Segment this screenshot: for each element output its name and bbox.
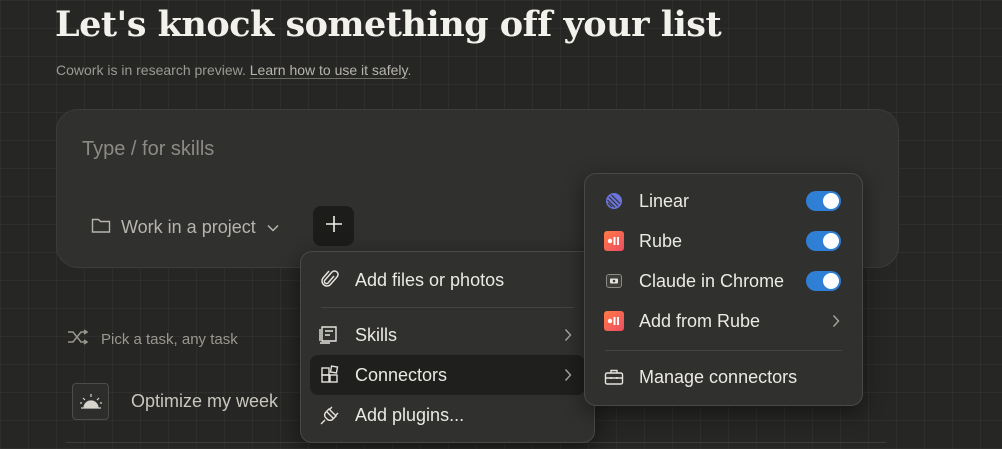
- plus-icon: [325, 215, 343, 238]
- connector-claude-in-chrome[interactable]: Claude in Chrome: [594, 261, 853, 301]
- plug-icon: [318, 403, 342, 427]
- connector-add-from-rube[interactable]: Add from Rube: [594, 301, 853, 341]
- connector-label: Rube: [639, 230, 683, 251]
- menu-divider: [321, 307, 574, 308]
- task-suggestions-header: Pick a task, any task: [67, 329, 238, 349]
- connectors-submenu: Linear Rube Claude in Chrome Add from Ru…: [584, 173, 863, 406]
- menu-item-add-files[interactable]: Add files or photos: [310, 260, 585, 300]
- shuffle-icon[interactable]: [67, 329, 89, 349]
- rube-icon: [602, 309, 626, 333]
- chevron-right-icon: [829, 314, 843, 328]
- sunrise-icon: [72, 383, 109, 420]
- skills-icon: [318, 323, 342, 347]
- menu-item-label: Add plugins...: [355, 404, 465, 425]
- linear-toggle[interactable]: [806, 191, 841, 211]
- add-button[interactable]: [313, 206, 354, 246]
- connector-label: Linear: [639, 190, 690, 211]
- chevron-down-icon: [266, 217, 280, 238]
- paperclip-icon: [318, 268, 342, 292]
- task-header-label: Pick a task, any task: [101, 330, 238, 348]
- task-label: Optimize my week: [131, 391, 279, 411]
- project-label: Work in a project: [121, 216, 256, 237]
- chevron-right-icon: [561, 368, 575, 382]
- connector-rube[interactable]: Rube: [594, 221, 853, 261]
- rube-icon: [602, 229, 626, 253]
- folder-icon: [91, 216, 111, 239]
- connector-label: Claude in Chrome: [639, 270, 785, 291]
- task-item[interactable]: Optimize my week: [72, 383, 278, 420]
- notice-text: Cowork is in research preview.: [56, 62, 250, 78]
- connector-label: Add from Rube: [639, 310, 761, 331]
- menu-divider: [605, 350, 842, 351]
- menu-item-connectors[interactable]: Connectors: [310, 355, 585, 395]
- prompt-input[interactable]: Type / for skills: [82, 138, 214, 161]
- chevron-right-icon: [561, 328, 575, 342]
- connectors-icon: [318, 363, 342, 387]
- page-title: Let's knock something off your list: [55, 4, 722, 45]
- linear-icon: [602, 189, 626, 213]
- menu-item-label: Add files or photos: [355, 269, 505, 290]
- menu-item-skills[interactable]: Skills: [310, 315, 585, 355]
- work-in-project-button[interactable]: Work in a project: [91, 214, 280, 240]
- connector-linear[interactable]: Linear: [594, 181, 853, 221]
- research-preview-notice: Cowork is in research preview. Learn how…: [56, 62, 411, 78]
- manage-connectors-label: Manage connectors: [639, 366, 798, 387]
- learn-safety-link[interactable]: Learn how to use it safely: [250, 62, 408, 78]
- chrome-extension-icon: [602, 269, 626, 293]
- notice-suffix: .: [407, 62, 412, 78]
- menu-item-label: Connectors: [355, 364, 448, 385]
- manage-connectors-item[interactable]: Manage connectors: [594, 357, 853, 397]
- toolbox-icon: [602, 365, 626, 389]
- add-menu: Add files or photos Skills Connectors Ad…: [300, 251, 595, 443]
- claude-in-chrome-toggle[interactable]: [806, 271, 841, 291]
- menu-item-add-plugins[interactable]: Add plugins...: [310, 395, 585, 435]
- menu-item-label: Skills: [355, 324, 398, 345]
- rube-toggle[interactable]: [806, 231, 841, 251]
